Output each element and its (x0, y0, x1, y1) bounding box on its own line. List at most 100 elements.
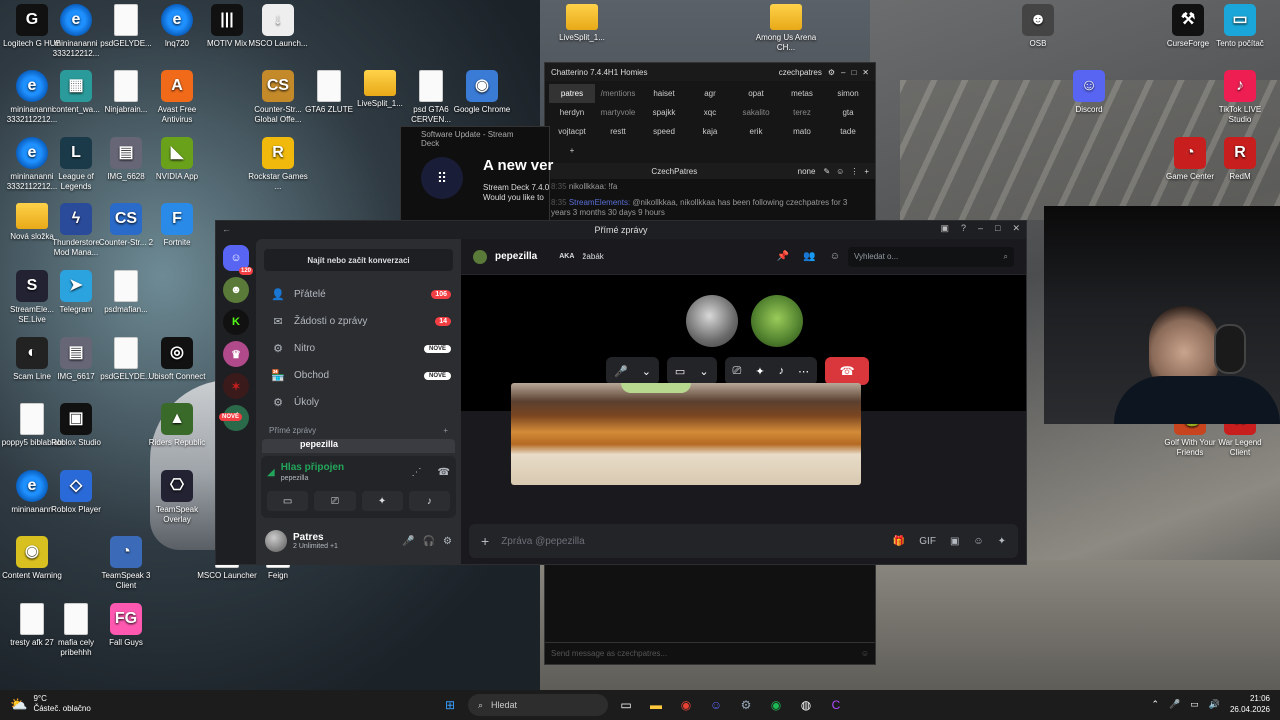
desktop-icon[interactable]: A Avast Free Antivirus (145, 70, 209, 125)
call-avatar-pepezilla[interactable] (751, 295, 803, 347)
desktop-icon[interactable]: ☺ Discord (1057, 70, 1121, 115)
disconnect-icon[interactable]: ☎ (438, 467, 450, 478)
message-user[interactable]: StreamElements: (569, 198, 630, 207)
search-input[interactable]: Vyhledat o... ⌕ (848, 246, 1014, 267)
desktop-icon[interactable]: ◇ Roblox Player (44, 470, 108, 515)
chat-user-name[interactable]: pepezilla (495, 251, 537, 262)
discord-icon[interactable]: ☺ (704, 693, 728, 717)
desktop-icon[interactable]: ↓ MSCO Launch... (246, 4, 310, 49)
chatterino-input[interactable]: Send message as czechpatres... ☺ (545, 642, 875, 664)
screen-share-button[interactable]: ⎚ (314, 491, 356, 511)
chatterino-tab[interactable]: /mentions (595, 84, 641, 103)
activities-button[interactable]: ✦ (361, 491, 403, 511)
add-tab-icon[interactable]: + (549, 141, 595, 160)
clock[interactable]: 21:06 26.04.2026 (1230, 693, 1270, 715)
more-icon[interactable]: ⋮ (850, 167, 858, 176)
spotify-icon[interactable]: ◉ (764, 693, 788, 717)
pin-icon[interactable]: 📌 (777, 251, 789, 262)
minimize-icon[interactable]: – (978, 223, 983, 234)
desktop-icon[interactable]: R Rockstar Games ... (246, 137, 310, 192)
server-royale[interactable]: ♛ (223, 341, 249, 367)
chatterino-tab[interactable]: spajkk (641, 103, 687, 122)
emote-icon[interactable]: ☺ (861, 649, 869, 658)
add-dm-icon[interactable]: + (443, 426, 448, 435)
chatterino-tab[interactable]: terez (779, 103, 825, 122)
screen-share-icon[interactable]: ⎚ (733, 365, 742, 378)
chatterino-icon[interactable]: C (824, 693, 848, 717)
streamdeck-update-window[interactable]: Software Update - Stream Deck ⠿ A new ve… (400, 126, 553, 226)
home-button[interactable]: ☺ 120 (223, 245, 253, 275)
chatterino-tab[interactable]: sakalito (733, 103, 779, 122)
voice-status[interactable]: Hlas připojen (281, 462, 344, 473)
microphone-icon[interactable]: 🎤 (1169, 699, 1180, 710)
chatterino-tab[interactable]: mato (779, 122, 825, 141)
chatterino-tab[interactable]: opat (733, 84, 779, 103)
close-icon[interactable]: ✕ (862, 68, 869, 77)
desktop-icon[interactable]: ⎔ TeamSpeak Overlay (145, 470, 209, 525)
camera-off-icon[interactable]: ▭ (675, 365, 685, 378)
desktop-icon[interactable]: ♪ TikTok LIVE Studio (1208, 70, 1272, 125)
inbox-icon[interactable]: ▣ (940, 223, 949, 234)
headphones-icon[interactable]: 🎧 (423, 536, 435, 547)
camera-controls[interactable]: ▭ ⌄ (666, 357, 717, 385)
server-kick[interactable]: K (223, 309, 249, 335)
desktop-icon[interactable]: ▣ Roblox Studio (44, 403, 108, 448)
find-conversation-button[interactable]: Najít nebo začít konverzaci (264, 249, 453, 271)
chatterino-tab[interactable]: tade (825, 122, 871, 141)
weather-widget[interactable]: ⛅ 9°C Částeč. oblačno (10, 694, 91, 714)
desktop-icon[interactable]: F Fortnite (145, 203, 209, 248)
chatterino-tab[interactable]: kaja (687, 122, 733, 141)
chatterino-tab[interactable]: restt (595, 122, 641, 141)
gear-icon[interactable]: ⚙ (443, 536, 452, 547)
maximize-icon[interactable]: □ (851, 68, 856, 77)
minimize-icon[interactable]: – (841, 68, 845, 77)
attach-icon[interactable]: + (481, 533, 489, 549)
call-avatar-patres[interactable] (686, 295, 738, 347)
close-icon[interactable]: ✕ (1012, 223, 1020, 234)
desktop-icon[interactable]: ◎ Ubisoft Connect (145, 337, 209, 382)
desktop-icon[interactable]: ▲ Riders Republic (145, 403, 209, 448)
gift-icon[interactable]: 🎁 (893, 536, 905, 547)
file-explorer-icon[interactable]: ▬ (644, 693, 668, 717)
desktop-icon[interactable]: R RedM (1208, 137, 1272, 182)
users-icon[interactable]: ☺ (836, 167, 844, 176)
server-pepe[interactable]: ☻ (223, 277, 249, 303)
task-view-icon[interactable]: ▭ (614, 693, 638, 717)
start-icon[interactable]: ⊞ (438, 693, 462, 717)
chrome-icon[interactable]: ◉ (674, 693, 698, 717)
soundboard-button[interactable]: ♪ (408, 491, 450, 511)
gif-icon[interactable]: GIF (919, 536, 936, 547)
dm-item-pepezilla[interactable]: pepezilla (262, 439, 455, 453)
chatterino-mode[interactable]: none (798, 167, 816, 176)
desktop-icon[interactable]: ◉ Content Warning (0, 536, 64, 581)
chatterino-tab[interactable]: xqc (687, 103, 733, 122)
activities-icon[interactable]: ✦ (755, 365, 764, 378)
chatterino-tab[interactable]: simon (825, 84, 871, 103)
add-split-icon[interactable]: + (864, 167, 869, 176)
network-icon[interactable]: ▭ (1190, 699, 1199, 710)
emoji-icon[interactable]: ☺ (973, 536, 983, 547)
microphone-icon[interactable]: 🎤 (402, 536, 414, 547)
desktop-icon[interactable]: ◣ NVIDIA App (145, 137, 209, 182)
chevron-down-icon[interactable]: ⌄ (699, 365, 708, 378)
nav-item[interactable]: 🏪 Obchod NOVÉ (256, 362, 461, 389)
nav-item[interactable]: ⚙ Úkoly (256, 389, 461, 416)
chatterino-tab[interactable]: erik (733, 122, 779, 141)
chatterino-tab[interactable]: vojtacpt (549, 122, 595, 141)
desktop-icon[interactable]: ◉ Google Chrome (450, 70, 514, 115)
settings-icon[interactable]: ⚙ (828, 68, 835, 77)
more-icon[interactable]: ⋯ (798, 365, 809, 378)
end-call-button[interactable]: ☎ (825, 357, 870, 385)
server-star[interactable]: ✶ (223, 373, 249, 399)
camera-off-button[interactable]: ▭ (267, 491, 309, 511)
desktop-icon[interactable]: ◔ TeamSpeak 3 Client (94, 536, 158, 591)
obs-icon[interactable]: ◍ (794, 693, 818, 717)
chatterino-tab[interactable]: agr (687, 84, 733, 103)
desktop-icon[interactable]: Among Us Arena CH... (754, 4, 818, 53)
apps-icon[interactable]: ✦ (998, 536, 1006, 547)
discord-window[interactable]: ← Přímé zprávy ▣ ? – □ ✕ ☺ 120 ☻ K ♛ ✶ N… (215, 220, 1027, 565)
burger-image[interactable] (511, 383, 861, 485)
chevron-down-icon[interactable]: ⌄ (642, 365, 651, 378)
steam-icon[interactable]: ⚙ (734, 693, 758, 717)
desktop-icon[interactable]: psdmafian... (94, 270, 158, 315)
